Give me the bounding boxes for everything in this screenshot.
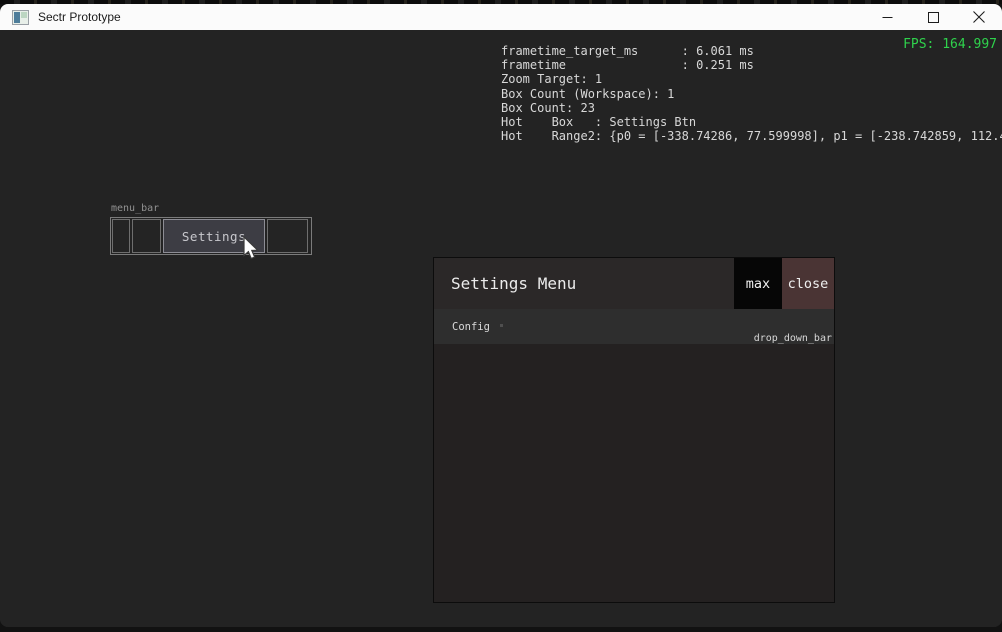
settings-menu-close-button[interactable]: close [782, 258, 834, 309]
window-titlebar[interactable]: Sectr Prototype [0, 4, 1002, 30]
maximize-button[interactable] [910, 4, 956, 30]
settings-menu-titlebar[interactable]: Settings Menu max close [434, 258, 834, 309]
debug-line-frametime: frametime : 0.251 ms [501, 58, 1002, 72]
config-dot-icon [500, 324, 503, 327]
debug-overlay: frametime_target_ms : 6.061 ms frametime… [501, 44, 1002, 143]
app-window: Sectr Prototype [0, 4, 1002, 627]
minimize-icon [882, 12, 893, 23]
mouse-cursor-icon [243, 236, 261, 262]
settings-menu-title: Settings Menu [451, 274, 734, 293]
settings-menu-window: Settings Menu max close Config drop_down… [433, 257, 835, 603]
app-client-area: FPS: 164.997 frametime_target_ms : 6.061… [0, 30, 1002, 627]
menu-bar-cell-3[interactable] [267, 219, 308, 253]
menu-bar-cell-2[interactable] [132, 219, 161, 253]
debug-line-box-count-workspace: Box Count (Workspace): 1 [501, 87, 1002, 101]
maximize-icon [928, 12, 939, 23]
menu-bar: Settings [110, 217, 312, 255]
settings-menu-body [434, 344, 834, 602]
debug-line-hot-box: Hot Box : Settings Btn [501, 115, 1002, 129]
minimize-button[interactable] [864, 4, 910, 30]
debug-line-box-count: Box Count: 23 [501, 101, 1002, 115]
settings-menu-max-button[interactable]: max [734, 258, 782, 309]
debug-line-zoom-target: Zoom Target: 1 [501, 72, 1002, 86]
config-label: Config [452, 321, 490, 333]
app-icon [12, 10, 29, 25]
app-icon-right-pane [21, 12, 27, 18]
window-controls [864, 4, 1002, 30]
debug-line-hot-range: Hot Range2: {p0 = [-338.74286, 77.599998… [501, 129, 1002, 143]
config-row[interactable]: Config drop_down_bar [434, 309, 834, 344]
debug-line-frametime-target: frametime_target_ms : 6.061 ms [501, 44, 1002, 58]
screen: Sectr Prototype [0, 0, 1002, 632]
menu-bar-label: menu_bar [111, 203, 159, 214]
window-title: Sectr Prototype [38, 10, 121, 24]
close-button[interactable] [956, 4, 1002, 30]
app-icon-left-pane [14, 12, 20, 23]
close-icon [973, 11, 985, 23]
drop-down-bar-label: drop_down_bar [754, 333, 832, 344]
menu-bar-cell-1[interactable] [112, 219, 130, 253]
